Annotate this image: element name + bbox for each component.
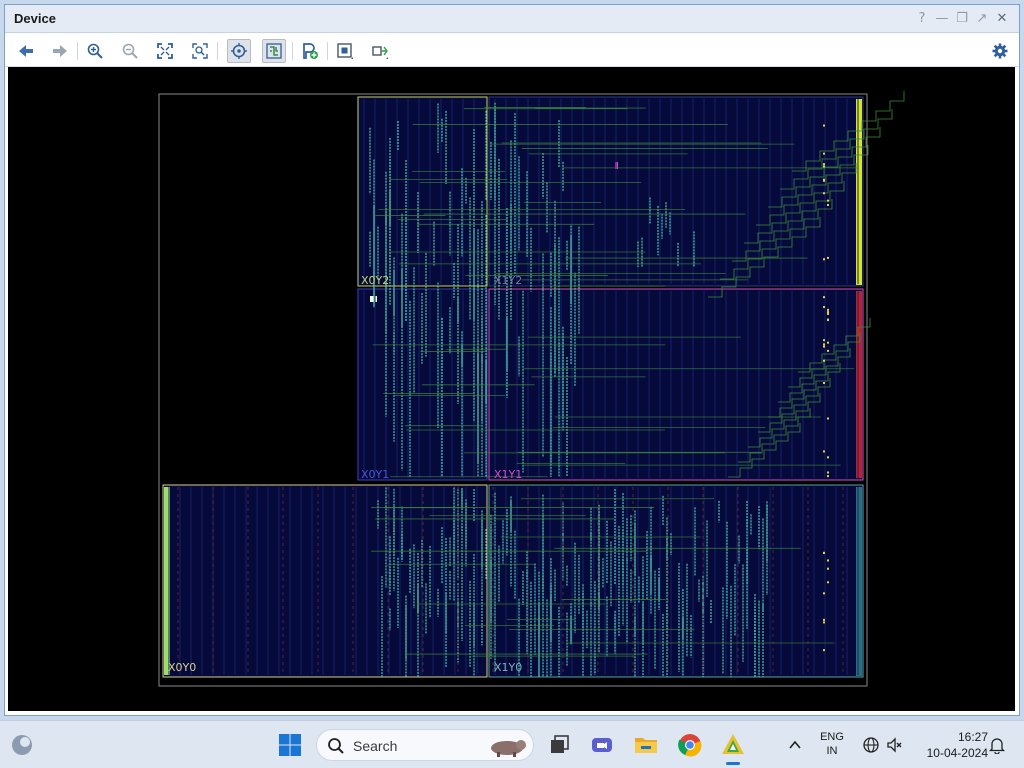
zoom-fit-icon[interactable] [153, 39, 177, 63]
sound-muted-icon[interactable] [879, 729, 911, 761]
task-view-icon[interactable] [543, 729, 575, 761]
close-icon[interactable]: ✕ [993, 9, 1011, 27]
window-titlebar: Device ? — ❐ ↗ ✕ [5, 5, 1019, 33]
device-toolbar [5, 34, 1019, 67]
chevron-up-icon[interactable] [779, 729, 811, 761]
expand-icon[interactable] [368, 39, 392, 63]
region-label-x1y0: X1Y0 [494, 661, 522, 674]
clock[interactable]: 16:27 10-04-2024 [912, 730, 988, 760]
region-label-x1y2: X1Y2 [494, 274, 522, 287]
windows-taskbar: Search ENG IN 16:27 10-04-2024 [0, 720, 1024, 768]
minimize-icon[interactable]: — [933, 9, 951, 27]
add-cell-icon[interactable] [333, 39, 357, 63]
back-icon[interactable] [14, 39, 38, 63]
region-label: IN [826, 745, 838, 757]
input-language[interactable]: ENG IN [812, 731, 852, 757]
routing-resources-icon[interactable] [262, 39, 286, 63]
forward-icon[interactable] [48, 39, 72, 63]
windows-start-icon[interactable] [274, 729, 306, 761]
float-icon[interactable]: ↗ [973, 9, 991, 27]
clock-date: 10-04-2024 [926, 746, 988, 760]
io-bank-middle [856, 291, 862, 478]
region-label-x1y1: X1Y1 [494, 468, 522, 481]
zoom-selection-icon[interactable] [188, 39, 212, 63]
empty-fabric [160, 95, 358, 483]
region-label-x0y2: X0Y2 [361, 274, 389, 287]
zoom-out-icon[interactable] [118, 39, 142, 63]
help-icon[interactable]: ? [913, 9, 931, 27]
search-label: Search [353, 738, 398, 754]
region-label-x0y1: X0Y1 [361, 468, 389, 481]
clock-region-x1y1 [488, 288, 864, 481]
search-highlight-image [485, 734, 529, 763]
chrome-icon[interactable] [674, 729, 706, 761]
zoom-in-icon[interactable] [83, 39, 107, 63]
window-title: Device [14, 11, 56, 26]
notification-bell-icon[interactable] [981, 729, 1013, 761]
settings-icon[interactable] [988, 39, 1012, 63]
file-explorer-icon[interactable] [630, 729, 662, 761]
device-view-canvas[interactable]: X0Y2 X1Y2 X0Y1 X1Y1 X0Y0 X1Y0 [8, 67, 1015, 711]
taskbar-search[interactable]: Search [316, 729, 534, 761]
clock-region-x1y0 [488, 484, 864, 678]
io-bank-bottom [856, 487, 862, 676]
region-label-x0y0: X0Y0 [168, 661, 196, 674]
language-label: ENG [820, 731, 844, 743]
desktop: Device ? — ❐ ↗ ✕ X0Y2 X1Y2 X0Y1 X1Y1 X0Y… [0, 0, 1024, 768]
restore-icon[interactable]: ❐ [953, 9, 971, 27]
clock-region-x0y2 [357, 96, 488, 287]
device-window: Device ? — ❐ ↗ ✕ X0Y2 X1Y2 X0Y1 X1Y1 X0Y… [4, 4, 1020, 716]
clock-region-x0y0 [162, 484, 488, 678]
vivado-icon[interactable] [717, 729, 749, 765]
search-icon [327, 737, 345, 760]
autofit-selection-icon[interactable] [227, 39, 251, 63]
meet-icon[interactable] [586, 729, 618, 761]
device-floorplan: X0Y2 X1Y2 X0Y1 X1Y1 X0Y0 X1Y0 [158, 91, 905, 687]
copilot-icon[interactable] [6, 729, 38, 761]
add-pblock-icon[interactable] [298, 39, 322, 63]
clock-time: 16:27 [957, 730, 988, 744]
io-bank-top [856, 99, 862, 285]
